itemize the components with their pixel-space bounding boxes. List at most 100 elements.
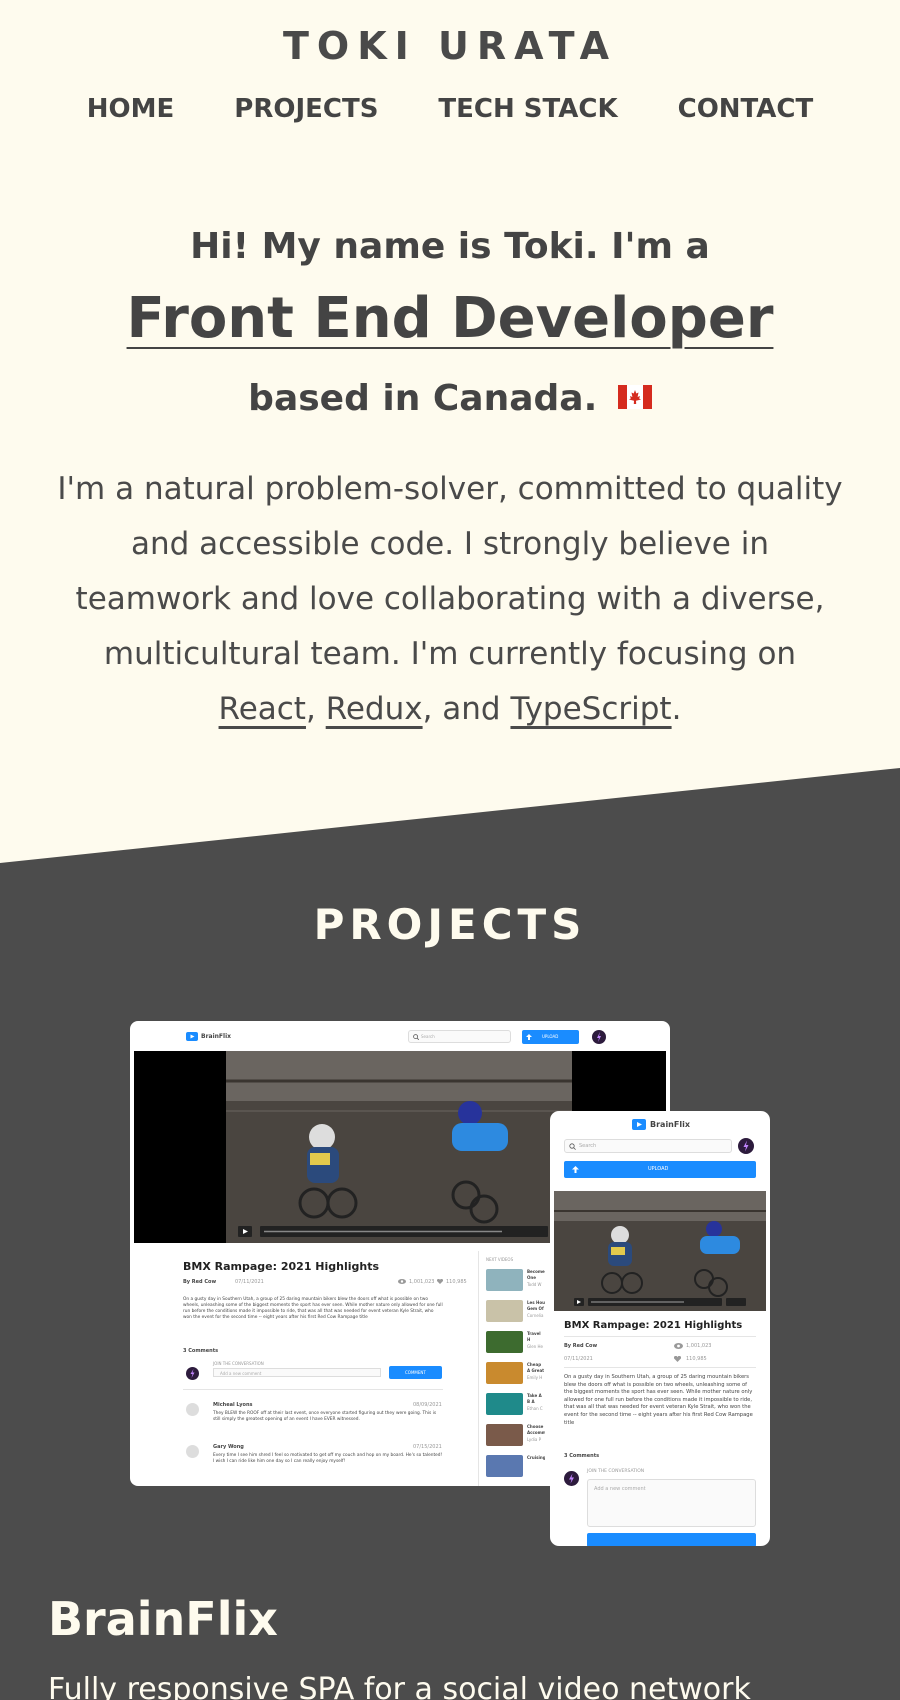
comment-text: They BLEW the ROOF off at their last eve… xyxy=(213,1411,437,1422)
comment-text: Every time I see him shred I feel so mot… xyxy=(213,1453,443,1464)
nav-contact[interactable]: CONTACT xyxy=(678,94,814,124)
divider xyxy=(183,1389,443,1390)
next-video-title: Become One Eas xyxy=(527,1269,545,1280)
comment-author: Gary Wong xyxy=(213,1444,244,1450)
video-description: On a gusty day in Southern Utah, a group… xyxy=(183,1297,443,1320)
comment-placeholder: Add a new comment xyxy=(220,1371,262,1376)
avatar-icon xyxy=(564,1471,579,1486)
next-video-title: Take A B A Bouti xyxy=(527,1393,542,1404)
play-logo-icon xyxy=(186,1032,198,1041)
search-placeholder: Search xyxy=(421,1034,435,1039)
commenter-avatar xyxy=(186,1403,199,1416)
heart-icon xyxy=(674,1356,681,1362)
avatar-icon xyxy=(738,1138,754,1154)
project-mobile-screenshot[interactable]: BrainFlix Search UPLOAD BMX Rampage: 202… xyxy=(550,1111,770,1546)
tech-redux: Redux xyxy=(325,691,423,727)
video-title: BMX Rampage: 2021 Highlights xyxy=(564,1320,743,1331)
comment-button[interactable]: COMMENT xyxy=(389,1366,442,1379)
next-video-title: Cruising xyxy=(527,1455,545,1460)
sep-end: . xyxy=(671,691,682,727)
heart-icon xyxy=(437,1279,443,1284)
commenter-avatar xyxy=(186,1445,199,1458)
location-text: based in Canada. xyxy=(248,378,598,419)
next-video-author: Lydia P xyxy=(527,1437,542,1442)
eye-icon xyxy=(398,1279,406,1284)
project-description: Fully responsive SPA for a social video … xyxy=(48,1672,751,1700)
avatar-icon xyxy=(186,1367,199,1380)
join-label: JOIN THE CONVERSATION xyxy=(213,1361,264,1366)
next-video-thumbnail xyxy=(486,1300,523,1322)
comments-count: 3 Comments xyxy=(183,1348,219,1354)
video-player[interactable] xyxy=(554,1191,766,1311)
canada-flag-icon xyxy=(617,385,652,409)
comment-placeholder: Add a new comment xyxy=(594,1486,646,1492)
video-channel: By Red Cow xyxy=(183,1279,217,1285)
next-video-author: Ethan C xyxy=(527,1406,543,1411)
comment-date: 07/15/2021 xyxy=(413,1444,442,1450)
upload-label: UPLOAD xyxy=(648,1166,669,1172)
eye-icon xyxy=(674,1343,683,1349)
main-nav: HOME PROJECTS TECH STACK CONTACT xyxy=(0,94,900,124)
next-video-title: Travel H Medical xyxy=(527,1331,541,1342)
sidebar-divider xyxy=(478,1251,479,1486)
sep-2: , and xyxy=(422,691,501,727)
role-text: Front End Developer xyxy=(126,286,774,351)
upload-button[interactable]: UPLOAD xyxy=(564,1161,756,1178)
next-video-author: Glen He xyxy=(527,1344,543,1349)
project-name: BrainFlix xyxy=(48,1592,278,1646)
video-channel: By Red Cow xyxy=(564,1343,598,1349)
video-title: BMX Rampage: 2021 Highlights xyxy=(183,1260,380,1273)
avatar-icon xyxy=(592,1030,606,1044)
site-title: TOKI URATA xyxy=(283,24,617,68)
comment-date: 08/09/2021 xyxy=(413,1402,442,1408)
video-views: 1,001,023 xyxy=(409,1279,435,1285)
brand-name: BrainFlix xyxy=(650,1120,690,1129)
nav-tech-stack[interactable]: TECH STACK xyxy=(438,94,617,124)
hero-location: based in Canada. xyxy=(0,378,900,419)
next-video-thumbnail xyxy=(486,1424,523,1446)
next-video-title: Choose Accomm xyxy=(527,1424,545,1435)
next-video-author: Cornelia xyxy=(527,1313,544,1318)
comment-button-label: COMMENT xyxy=(405,1370,426,1375)
video-date: 07/11/2021 xyxy=(564,1356,593,1362)
intro-text: I'm a natural problem-solver, committed … xyxy=(57,471,843,672)
divider xyxy=(564,1336,756,1337)
comment-button[interactable] xyxy=(587,1533,756,1546)
search-icon xyxy=(413,1034,419,1040)
next-video-title: Les Hou Gem Of xyxy=(527,1300,545,1311)
upload-button[interactable]: UPLOAD xyxy=(522,1030,579,1044)
sep-1: , xyxy=(305,691,316,727)
next-video-author: Todd W xyxy=(527,1282,542,1287)
comment-author: Micheal Lyons xyxy=(213,1402,253,1408)
divider xyxy=(564,1367,756,1368)
search-input[interactable]: Search xyxy=(408,1030,511,1043)
comments-count: 3 Comments xyxy=(564,1453,600,1459)
tech-react: React xyxy=(218,691,306,727)
next-videos-label: NEXT VIDEOS xyxy=(486,1257,514,1262)
nav-projects[interactable]: PROJECTS xyxy=(234,94,378,124)
next-video-thumbnail xyxy=(486,1393,523,1415)
upload-label: UPLOAD xyxy=(542,1034,559,1039)
search-input[interactable]: Search xyxy=(564,1139,732,1153)
brand-name: BrainFlix xyxy=(201,1033,231,1040)
projects-heading: PROJECTS xyxy=(313,900,587,949)
nav-home[interactable]: HOME xyxy=(87,94,175,124)
search-placeholder: Search xyxy=(579,1143,597,1149)
upload-icon xyxy=(526,1034,532,1040)
video-likes: 110,985 xyxy=(446,1279,467,1285)
next-video-thumbnail xyxy=(486,1331,523,1353)
tech-typescript: TypeScript xyxy=(510,691,672,727)
video-date: 07/11/2021 xyxy=(235,1279,264,1285)
hero-intro: I'm a natural problem-solver, committed … xyxy=(50,462,850,737)
comment-input[interactable]: Add a new comment xyxy=(213,1368,381,1377)
hero-greeting: Hi! My name is Toki. I'm a xyxy=(190,226,710,267)
upload-icon xyxy=(572,1166,579,1173)
video-description: On a gusty day in Southern Utah, a group… xyxy=(564,1374,753,1426)
next-video-thumbnail xyxy=(486,1455,523,1477)
comment-input[interactable]: Add a new comment xyxy=(587,1479,756,1527)
next-video-thumbnail xyxy=(486,1362,523,1384)
next-video-author: Emily H xyxy=(527,1375,543,1380)
video-views: 1,001,023 xyxy=(686,1343,712,1349)
next-video-thumbnail xyxy=(486,1269,523,1291)
join-label: JOIN THE CONVERSATION xyxy=(587,1469,645,1474)
